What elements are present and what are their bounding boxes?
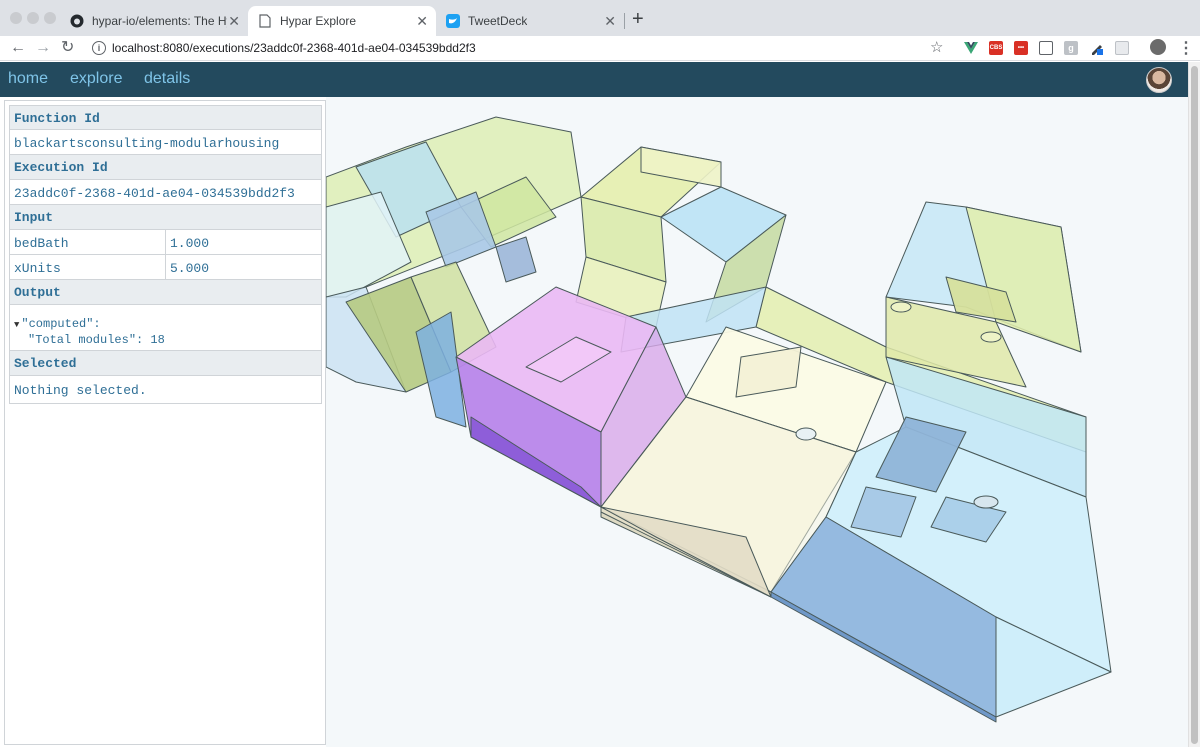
tab-title: TweetDeck: [468, 14, 528, 28]
browser-tab-strip: hypar-io/elements: The Hypar ✕ Hypar Exp…: [0, 0, 1200, 36]
scrollbar-thumb[interactable]: [1191, 66, 1198, 744]
input-label: Input: [9, 205, 322, 230]
input-value: 1.000: [170, 236, 210, 251]
browser-profile-avatar[interactable]: [1150, 39, 1166, 55]
function-id-label: Function Id: [9, 105, 322, 130]
tab-tweetdeck[interactable]: TweetDeck ✕: [436, 6, 624, 36]
forward-button[interactable]: →: [35, 38, 51, 58]
g-extension-icon[interactable]: g: [1064, 41, 1078, 55]
nav-home-link[interactable]: home: [8, 70, 48, 88]
bookmark-star-icon[interactable]: ☆: [930, 38, 943, 56]
new-tab-button[interactable]: +: [632, 9, 644, 29]
output-json-tree: ▼ "computed": "Total modules": 18: [9, 305, 322, 351]
reload-button[interactable]: ↻: [61, 38, 74, 58]
vue-devtools-icon[interactable]: [964, 41, 978, 55]
nav-explore-link[interactable]: explore: [70, 70, 122, 88]
execution-id-value: 23addc0f-2368-401d-ae04-034539bdd2f3: [9, 180, 322, 205]
function-id-value: blackartsconsulting-modularhousing: [9, 130, 322, 155]
info-icon[interactable]: i: [92, 41, 106, 55]
output-line: "Total modules": 18: [28, 333, 165, 347]
3d-model-viewer[interactable]: [326, 97, 1188, 747]
tab-github[interactable]: hypar-io/elements: The Hypar ✕: [60, 6, 248, 36]
browser-toolbar: ← → ↻ i localhost:8080/executions/23addc…: [0, 36, 1200, 61]
window-minimize-button[interactable]: [27, 12, 39, 24]
tab-hypar-explore[interactable]: Hypar Explore ✕: [248, 6, 436, 36]
tab-title: hypar-io/elements: The Hypar: [92, 14, 227, 28]
input-row-xunits: xUnits 5.000: [9, 255, 322, 280]
tweetdeck-icon: [446, 14, 460, 28]
selected-label: Selected: [9, 351, 322, 376]
tab-title: Hypar Explore: [280, 14, 357, 28]
page-scrollbar[interactable]: [1188, 62, 1200, 747]
screen-capture-icon[interactable]: [1039, 41, 1053, 55]
output-key[interactable]: "computed":: [21, 317, 100, 331]
execution-details-panel: Function Id blackartsconsulting-modularh…: [4, 100, 326, 745]
close-icon[interactable]: ✕: [416, 13, 428, 30]
close-icon[interactable]: ✕: [604, 13, 616, 30]
url-text: localhost:8080/executions/23addc0f-2368-…: [112, 41, 476, 55]
selected-value: Nothing selected.: [9, 376, 322, 404]
page-icon: [258, 14, 272, 28]
user-avatar[interactable]: [1146, 67, 1172, 93]
browser-menu-icon[interactable]: ⋮: [1178, 38, 1194, 58]
close-icon[interactable]: ✕: [228, 13, 240, 30]
input-key: xUnits: [10, 255, 166, 279]
window-close-button[interactable]: [10, 12, 22, 24]
building-model-render[interactable]: [326, 97, 1188, 747]
app-navbar: home explore details: [0, 62, 1188, 97]
gray-extension-icon[interactable]: [1115, 41, 1129, 55]
nav-details-link[interactable]: details: [144, 70, 190, 88]
window-zoom-button[interactable]: [44, 12, 56, 24]
back-button[interactable]: ←: [10, 38, 26, 58]
input-value: 5.000: [170, 261, 210, 276]
address-bar[interactable]: i localhost:8080/executions/23addc0f-236…: [86, 37, 952, 59]
execution-id-label: Execution Id: [9, 155, 322, 180]
github-icon: [70, 14, 84, 28]
pen-extension-icon[interactable]: [1090, 41, 1104, 55]
expand-caret-icon[interactable]: ▼: [14, 320, 19, 330]
tab-separator: [624, 13, 625, 29]
output-label: Output: [9, 280, 322, 305]
cbs-extension-icon[interactable]: CBS: [989, 41, 1003, 55]
red-extension-icon[interactable]: •••: [1014, 41, 1028, 55]
input-key: bedBath: [10, 230, 166, 254]
input-row-bedbath: bedBath 1.000: [9, 230, 322, 255]
